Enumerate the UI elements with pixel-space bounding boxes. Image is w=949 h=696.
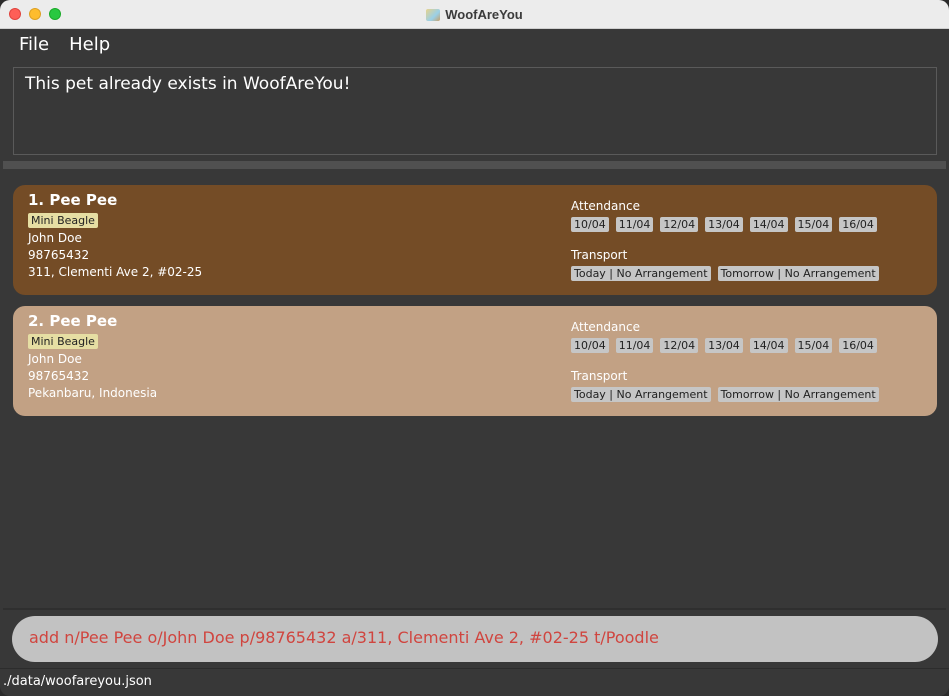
window-title: WoofAreYou — [445, 7, 523, 22]
owner-address: Pekanbaru, Indonesia — [28, 386, 158, 400]
transport-label: Transport — [571, 248, 628, 262]
pet-card[interactable]: 1. Pee Pee Mini Beagle John Doe 98765432… — [13, 185, 937, 295]
breed-tag: Mini Beagle — [28, 213, 98, 228]
transport-label: Transport — [571, 369, 628, 383]
menu-help[interactable]: Help — [69, 34, 110, 55]
transport-chip: Today | No Arrangement — [571, 266, 711, 281]
attendance-chip: 11/04 — [615, 217, 654, 232]
menu-bar: File Help — [0, 29, 949, 60]
breed-tag: Mini Beagle — [28, 334, 98, 349]
attendance-chip: 13/04 — [705, 217, 743, 232]
transport-chip: Today | No Arrangement — [571, 387, 711, 402]
transport-chip: Tomorrow | No Arrangement — [717, 387, 879, 402]
attendance-chip: 16/04 — [839, 217, 877, 232]
result-message: This pet already exists in WoofAreYou! — [25, 74, 351, 94]
owner-name: John Doe — [28, 231, 82, 245]
attendance-label: Attendance — [571, 320, 640, 334]
command-input[interactable]: add n/Pee Pee o/John Doe p/98765432 a/31… — [12, 616, 938, 662]
data-file-path: ./data/woofareyou.json — [3, 674, 152, 689]
command-input-value: add n/Pee Pee o/John Doe p/98765432 a/31… — [29, 628, 659, 647]
attendance-label: Attendance — [571, 199, 640, 213]
menu-file[interactable]: File — [19, 34, 49, 55]
app-window: WoofAreYou File Help This pet already ex… — [0, 0, 949, 696]
attendance-chip: 16/04 — [839, 338, 877, 353]
title-bar: WoofAreYou — [0, 0, 949, 29]
attendance-chip: 15/04 — [794, 217, 833, 232]
pet-name: 2. Pee Pee — [28, 312, 118, 330]
pet-card[interactable]: 2. Pee Pee Mini Beagle John Doe 98765432… — [13, 306, 937, 416]
split-pane-divider[interactable] — [3, 161, 946, 169]
attendance-chip: 10/04 — [571, 338, 609, 353]
owner-phone: 98765432 — [28, 369, 90, 383]
attendance-chip: 15/04 — [794, 338, 833, 353]
owner-phone: 98765432 — [28, 248, 90, 262]
pet-name: 1. Pee Pee — [28, 191, 118, 209]
transport-chips: Today | No Arrangement Tomorrow | No Arr… — [571, 266, 886, 281]
transport-chips: Today | No Arrangement Tomorrow | No Arr… — [571, 387, 886, 402]
owner-name: John Doe — [28, 352, 82, 366]
owner-address: 311, Clementi Ave 2, #02-25 — [28, 265, 203, 279]
attendance-chips: 10/04 11/04 12/04 13/04 14/04 15/04 16/0… — [571, 338, 884, 353]
attendance-chip: 14/04 — [749, 338, 788, 353]
attendance-chip: 11/04 — [615, 338, 654, 353]
attendance-chips: 10/04 11/04 12/04 13/04 14/04 15/04 16/0… — [571, 217, 884, 232]
command-divider — [3, 608, 946, 610]
window-title-group: WoofAreYou — [0, 0, 949, 29]
app-icon — [426, 8, 441, 21]
transport-chip: Tomorrow | No Arrangement — [717, 266, 879, 281]
attendance-chip: 14/04 — [749, 217, 788, 232]
attendance-chip: 13/04 — [705, 338, 743, 353]
attendance-chip: 10/04 — [571, 217, 609, 232]
status-bar: ./data/woofareyou.json — [0, 668, 949, 696]
result-display[interactable]: This pet already exists in WoofAreYou! — [13, 67, 937, 155]
attendance-chip: 12/04 — [660, 338, 699, 353]
attendance-chip: 12/04 — [660, 217, 699, 232]
